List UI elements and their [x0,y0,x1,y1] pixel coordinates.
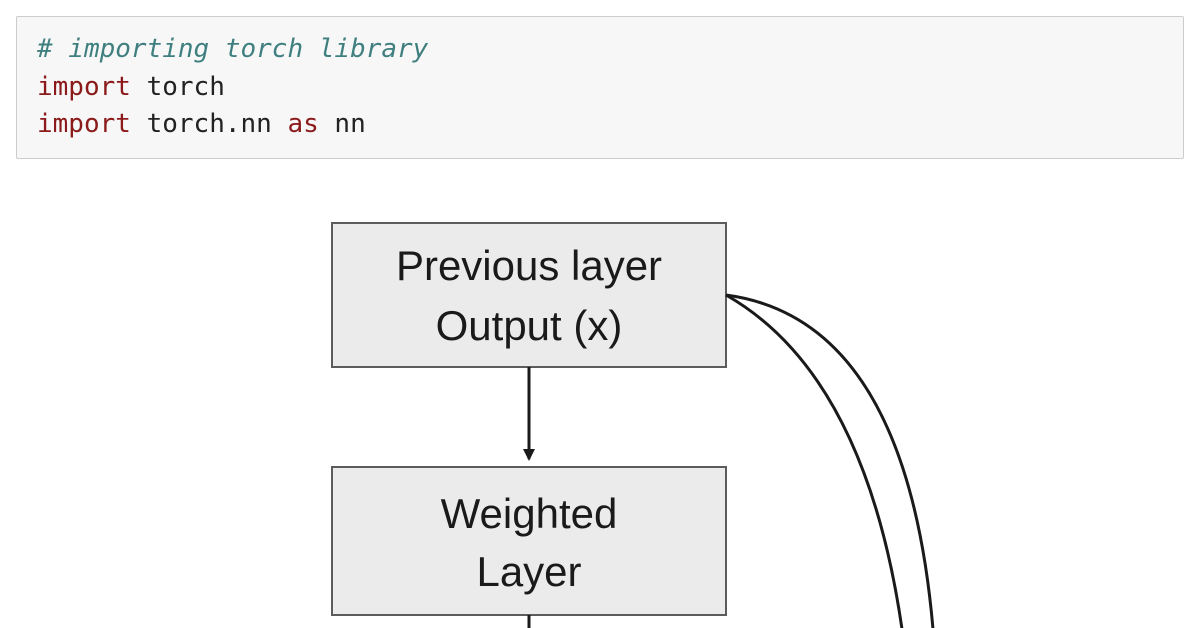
code-keyword: import [37,72,131,102]
code-comment: # importing torch library [37,34,428,64]
code-text: torch [131,72,225,102]
diagram-skip-connection-outer [726,295,933,628]
diagram: Previous layer Output (x) Weighted Layer [16,199,1184,628]
diagram-node-text: Weighted [441,490,618,537]
code-keyword: import [37,109,131,139]
diagram-node-text: Output (x) [436,302,623,349]
diagram-node-text: Previous layer [396,242,662,289]
code-keyword: as [287,109,318,139]
code-text: torch.nn [131,109,288,139]
diagram-node-text: Layer [476,548,581,595]
diagram-skip-connection-inner [726,295,902,628]
code-text: nn [319,109,366,139]
code-block: # importing torch library import torch i… [16,16,1184,159]
document-page: # importing torch library import torch i… [0,0,1200,628]
